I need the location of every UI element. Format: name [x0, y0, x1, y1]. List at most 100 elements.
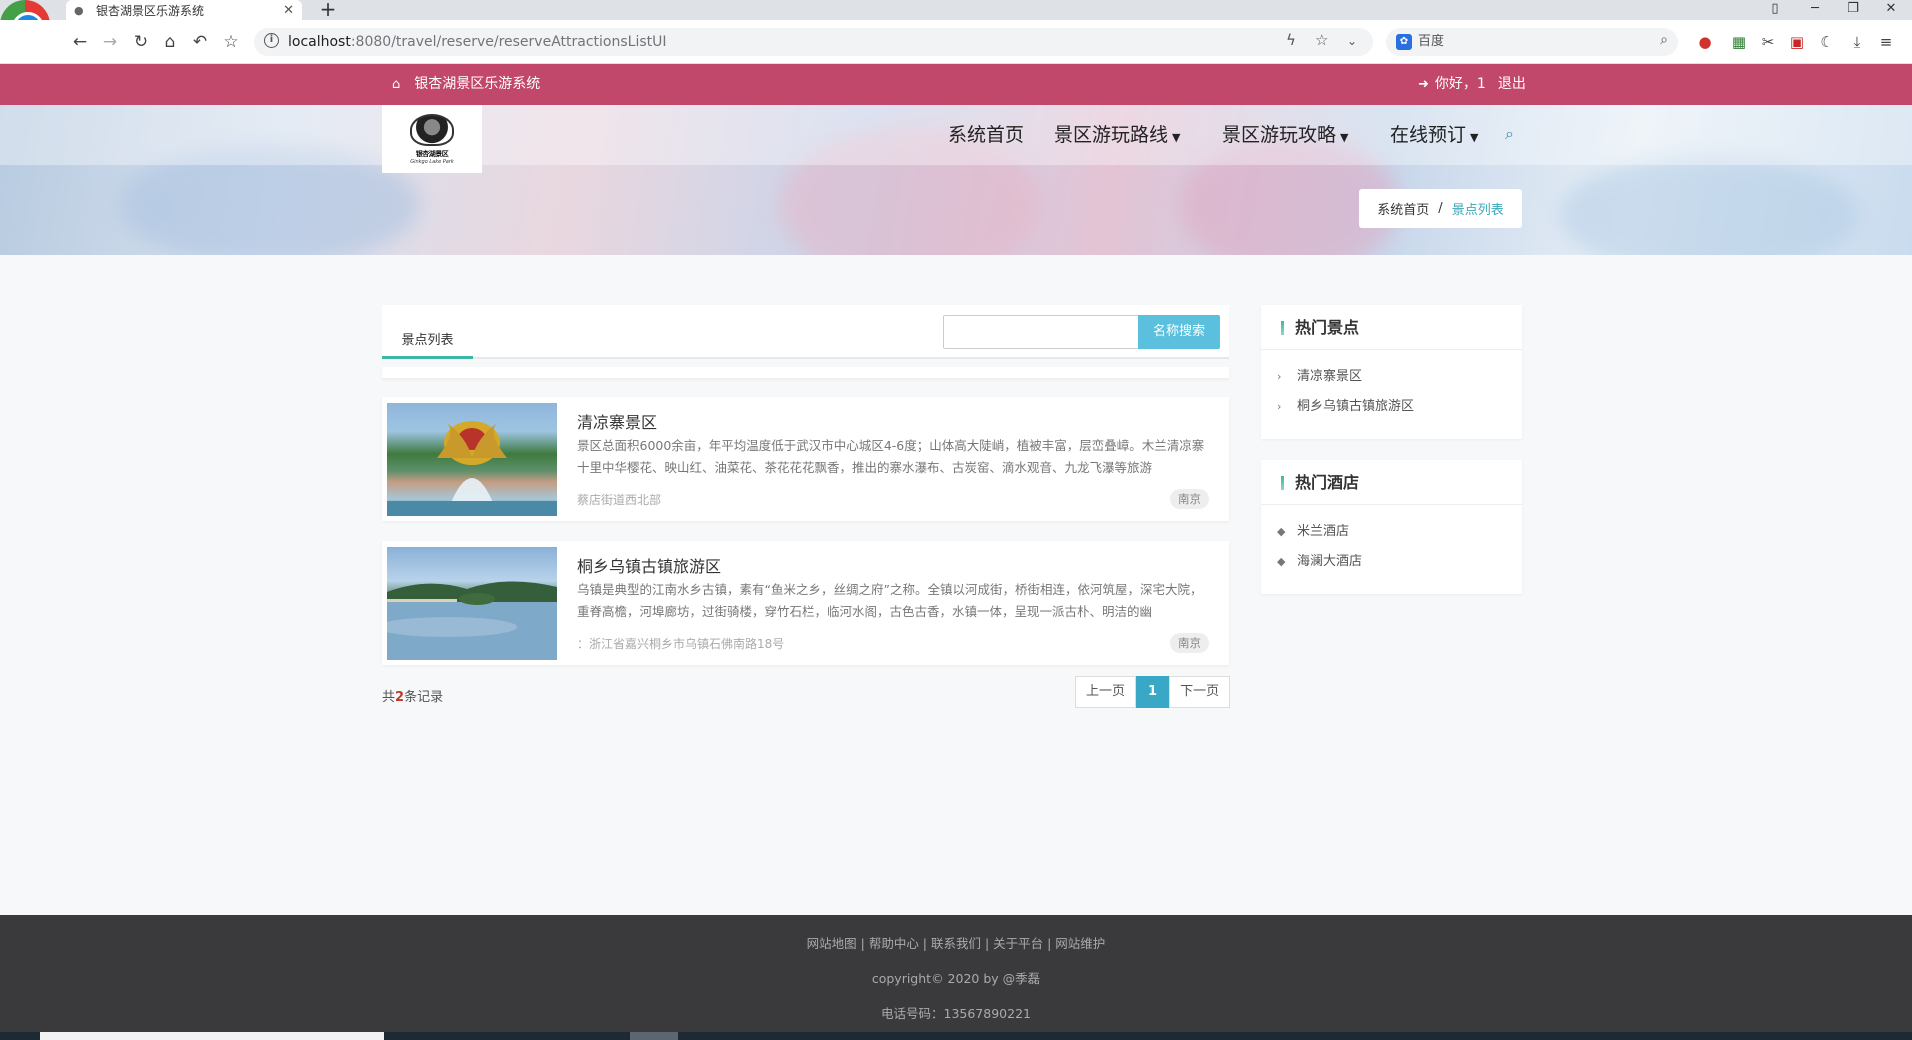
download-icon[interactable]: ⤓ [1846, 31, 1868, 53]
search-icon[interactable]: ⌕ [1505, 124, 1514, 144]
sidebar-item-label: 海澜大酒店 [1297, 554, 1363, 569]
home-icon[interactable]: ⌂ [159, 32, 181, 54]
breadcrumb-separator: / [1438, 201, 1443, 216]
star-icon[interactable]: ☆ [1315, 31, 1328, 49]
user-greeting: 你好，1 [1434, 76, 1486, 92]
total-suffix: 条记录 [404, 690, 444, 705]
close-tab-icon[interactable]: ✕ [283, 3, 294, 18]
hot-hotels-card: 热门酒店 ◆ 米兰酒店 ◆ 海澜大酒店 [1261, 460, 1522, 594]
lake-town-image [387, 581, 557, 660]
bookmark-star-icon[interactable]: ☆ [220, 32, 242, 54]
site-logo[interactable]: 银杏湖景区 Ginkgo Lake Park [382, 105, 482, 173]
lightning-icon[interactable]: ϟ [1286, 31, 1296, 49]
menu-icon[interactable]: ≡ [1875, 31, 1897, 53]
attraction-address: 蔡店街道西北部 [577, 493, 662, 507]
attraction-title[interactable]: 桐乡乌镇古镇旅游区 [577, 553, 721, 577]
browser-search-box[interactable]: ✿ 百度 ⌕ [1386, 28, 1678, 56]
sidebar-item-hotel[interactable]: ◆ 海澜大酒店 [1277, 547, 1522, 577]
chevron-right-icon: › [1277, 370, 1282, 383]
site-info-icon[interactable]: i [264, 33, 279, 48]
address-bar[interactable]: i localhost:8080/travel/reserve/reserveA… [254, 28, 1373, 56]
tab-attraction-list-label: 景点列表 [401, 333, 454, 348]
attraction-address: ：浙江省嘉兴桐乡市乌镇石佛南路18号 [577, 637, 785, 651]
hot-attractions-card: 热门景点 › 清凉寨景区 › 桐乡乌镇古镇旅游区 [1261, 305, 1522, 439]
logout-link[interactable]: 退出 [1498, 64, 1526, 105]
taskbar-app-button[interactable] [630, 1032, 678, 1040]
tag-icon: ◆ [1277, 555, 1286, 568]
home-icon: ⌂ [392, 77, 401, 92]
page-1-button[interactable]: 1 [1136, 676, 1170, 708]
scissors-icon[interactable]: ✂ [1757, 31, 1779, 53]
browser-chrome: ● 银杏湖景区乐游系统 ✕ + ▯ ─ ❐ ✕ ← → ↻ ⌂ ↶ ☆ i lo… [0, 0, 1912, 64]
breadcrumb: 系统首页 / 景点列表 [1359, 189, 1522, 228]
name-search-button[interactable]: 名称搜索 [1138, 315, 1220, 349]
chevron-down-icon[interactable]: ⌄ [1347, 34, 1357, 48]
next-page-button[interactable]: 下一页 [1169, 676, 1231, 708]
attraction-thumbnail[interactable] [387, 547, 557, 660]
attraction-description: 景区总面积6000余亩，年平均温度低于武汉市中心城区4-6度；山体高大陡峭，植被… [577, 438, 1205, 475]
search-placeholder: 百度 [1418, 34, 1445, 49]
minimize-button[interactable]: ─ [1800, 0, 1830, 20]
prev-page-button[interactable]: 上一页 [1075, 676, 1137, 708]
reload-icon[interactable]: ↻ [130, 32, 152, 54]
tab-title: 银杏湖景区乐游系统 [96, 3, 205, 18]
logo-text: 银杏湖景区 [415, 149, 449, 158]
nav-home[interactable]: 系统首页 [948, 105, 1024, 165]
sidebar-item-attraction[interactable]: › 桐乡乌镇古镇旅游区 [1277, 392, 1522, 422]
chevron-down-icon: ▼ [1470, 131, 1479, 144]
footer-copyright: copyright© 2020 by @季磊 [871, 971, 1041, 986]
total-records: 共2条记录 [382, 686, 443, 705]
sidebar-item-label: 米兰酒店 [1297, 524, 1350, 539]
hot-hotels-title: 热门酒店 [1261, 460, 1522, 505]
attraction-thumbnail[interactable] [387, 403, 557, 516]
pdf-icon[interactable]: ▣ [1786, 31, 1808, 53]
user-area: ➜ 你好，1 退出 [1418, 64, 1526, 105]
logo-subtext: Ginkgo Lake Park [410, 158, 454, 165]
chevron-down-icon: ▼ [1172, 131, 1181, 144]
dark-mode-moon-icon[interactable]: ☾ [1816, 31, 1838, 53]
pin-window-icon[interactable]: ▯ [1760, 0, 1790, 20]
breadcrumb-home[interactable]: 系统首页 [1377, 199, 1429, 218]
site-topbar: ⌂ 银杏湖景区乐游系统 ➜ 你好，1 退出 [0, 64, 1912, 105]
list-item[interactable]: 清凉寨景区 景区总面积6000余亩，年平均温度低于武汉市中心城区4-6度；山体高… [382, 397, 1229, 521]
nav-booking-label: 在线预订 [1390, 124, 1467, 146]
nav-routes[interactable]: 景区游玩路线 ▼ [1054, 105, 1180, 165]
total-count: 2 [395, 690, 405, 705]
tag-icon: ◆ [1277, 525, 1286, 538]
forward-arrow-icon[interactable]: → [99, 32, 121, 54]
tab-attraction-list[interactable]: 景点列表 [382, 329, 473, 359]
footer-links[interactable]: 网站地图 | 帮助中心 | 联系我们 | 关于平台 | 网站维护 [0, 933, 1912, 952]
nav-guides-label: 景区游玩攻略 [1222, 124, 1337, 146]
url-text[interactable]: localhost:8080/travel/reserve/reserveAtt… [288, 28, 667, 56]
browser-toolbar: ← → ↻ ⌂ ↶ ☆ i localhost:8080/travel/rese… [0, 20, 1912, 64]
back-arrow-icon[interactable]: ← [69, 32, 91, 54]
baidu-paw-icon: ✿ [1396, 34, 1412, 50]
new-tab-button[interactable]: + [318, 0, 338, 20]
chevron-down-icon: ▼ [1340, 131, 1349, 144]
sidebar-item-hotel[interactable]: ◆ 米兰酒店 [1277, 517, 1522, 547]
logo-emblem-icon [410, 113, 454, 146]
footer-phone: 电话号码：13567890221 [881, 1006, 1031, 1021]
nav-routes-label: 景区游玩路线 [1054, 124, 1169, 146]
footer: 网站地图 | 帮助中心 | 联系我们 | 关于平台 | 网站维护 copyrig… [0, 915, 1912, 1040]
nav-guides[interactable]: 景区游玩攻略 ▼ [1222, 105, 1348, 165]
close-window-button[interactable]: ✕ [1876, 0, 1906, 20]
extension-game-icon[interactable]: ● [1694, 31, 1716, 53]
sidebar-item-attraction[interactable]: › 清凉寨景区 [1277, 362, 1522, 392]
nav-booking[interactable]: 在线预订 ▼ [1390, 105, 1478, 165]
name-search-input[interactable] [943, 315, 1139, 349]
dragon-fountain-image [387, 421, 557, 516]
restore-button[interactable]: ❐ [1838, 0, 1868, 20]
undo-icon[interactable]: ↶ [189, 32, 211, 54]
apps-grid-icon[interactable]: ▦ [1728, 31, 1750, 53]
chevron-right-icon: › [1277, 400, 1282, 413]
browser-tab[interactable]: ● 银杏湖景区乐游系统 ✕ [66, 0, 302, 20]
url-host: localhost [288, 34, 351, 50]
search-icon[interactable]: ⌕ [1660, 32, 1668, 48]
attraction-title[interactable]: 清凉寨景区 [577, 409, 657, 433]
site-brand[interactable]: ⌂ 银杏湖景区乐游系统 [392, 64, 540, 105]
list-item[interactable]: 桐乡乌镇古镇旅游区 乌镇是典型的江南水乡古镇，素有“鱼米之乡，丝绸之府”之称。全… [382, 541, 1229, 665]
taskbar-search-box[interactable] [40, 1032, 384, 1040]
hot-attractions-title: 热门景点 [1261, 305, 1522, 350]
list-divider [382, 367, 1229, 378]
